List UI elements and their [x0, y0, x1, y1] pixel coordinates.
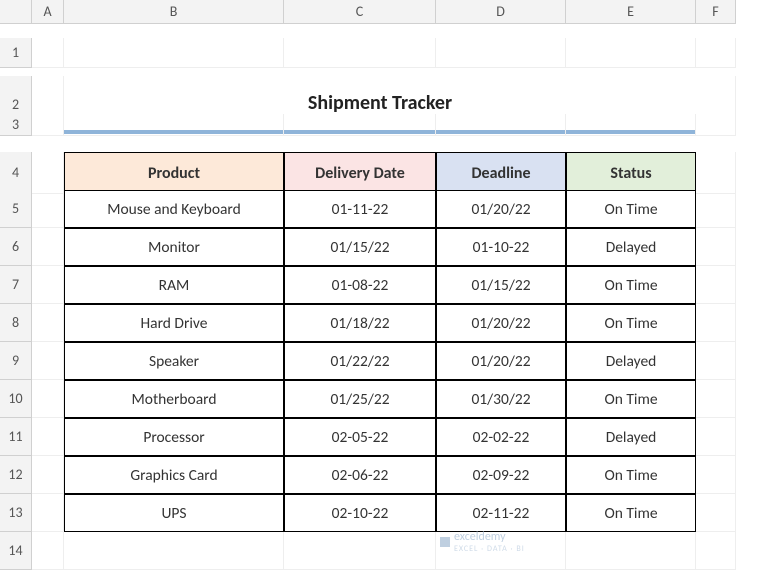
- cell-delivery[interactable]: 01/18/22: [284, 304, 436, 342]
- cell-status[interactable]: On Time: [566, 494, 696, 532]
- cell-delivery[interactable]: 02-10-22: [284, 494, 436, 532]
- cell-C3[interactable]: [284, 114, 436, 136]
- row-header-9[interactable]: 9: [0, 342, 32, 380]
- cell-delivery[interactable]: 02-05-22: [284, 418, 436, 456]
- cell-F3[interactable]: [696, 114, 736, 136]
- cell-F11[interactable]: [696, 418, 736, 456]
- cell-A11[interactable]: [32, 418, 64, 456]
- cell-F14[interactable]: [696, 532, 736, 570]
- cell-A4[interactable]: [32, 152, 64, 194]
- cell-A6[interactable]: [32, 228, 64, 266]
- cell-product[interactable]: Graphics Card: [64, 456, 284, 494]
- header-deadline[interactable]: Deadline: [436, 152, 566, 194]
- cell-product[interactable]: RAM: [64, 266, 284, 304]
- cell-status[interactable]: On Time: [566, 304, 696, 342]
- cell-E14[interactable]: [566, 532, 696, 570]
- header-status[interactable]: Status: [566, 152, 696, 194]
- cell-F8[interactable]: [696, 304, 736, 342]
- cell-D1[interactable]: [436, 38, 566, 68]
- row-header-6[interactable]: 6: [0, 228, 32, 266]
- cell-delivery[interactable]: 01-08-22: [284, 266, 436, 304]
- cell-F9[interactable]: [696, 342, 736, 380]
- cell-product[interactable]: UPS: [64, 494, 284, 532]
- cell-A10[interactable]: [32, 380, 64, 418]
- cell-delivery[interactable]: 01/22/22: [284, 342, 436, 380]
- row-header-11[interactable]: 11: [0, 418, 32, 456]
- col-header-A[interactable]: A: [32, 0, 64, 24]
- row-header-12[interactable]: 12: [0, 456, 32, 494]
- spreadsheet-grid: A B C D E F 1 2 Shipment Tracker 3 4 Pro…: [0, 0, 767, 588]
- row-header-10[interactable]: 10: [0, 380, 32, 418]
- cell-A7[interactable]: [32, 266, 64, 304]
- cell-F1[interactable]: [696, 38, 736, 68]
- cell-C1[interactable]: [284, 38, 436, 68]
- cell-B14[interactable]: [64, 532, 284, 570]
- cell-product[interactable]: Processor: [64, 418, 284, 456]
- cell-C14[interactable]: [284, 532, 436, 570]
- cell-F12[interactable]: [696, 456, 736, 494]
- cell-status[interactable]: On Time: [566, 266, 696, 304]
- cell-delivery[interactable]: 01/25/22: [284, 380, 436, 418]
- row-header-4[interactable]: 4: [0, 152, 32, 194]
- row-header-5[interactable]: 5: [0, 190, 32, 228]
- cell-deadline[interactable]: 02-11-22: [436, 494, 566, 532]
- row-header-13[interactable]: 13: [0, 494, 32, 532]
- cell-F5[interactable]: [696, 190, 736, 228]
- cell-B3[interactable]: [64, 114, 284, 136]
- cell-status[interactable]: Delayed: [566, 342, 696, 380]
- cell-A13[interactable]: [32, 494, 64, 532]
- cell-deadline[interactable]: 02-02-22: [436, 418, 566, 456]
- cell-deadline[interactable]: 01/20/22: [436, 342, 566, 380]
- cell-A9[interactable]: [32, 342, 64, 380]
- row-header-8[interactable]: 8: [0, 304, 32, 342]
- cell-A1[interactable]: [32, 38, 64, 68]
- cell-D3[interactable]: [436, 114, 566, 136]
- cell-A5[interactable]: [32, 190, 64, 228]
- cell-F6[interactable]: [696, 228, 736, 266]
- cell-delivery[interactable]: 01/15/22: [284, 228, 436, 266]
- header-product[interactable]: Product: [64, 152, 284, 194]
- cell-status[interactable]: Delayed: [566, 228, 696, 266]
- cell-F10[interactable]: [696, 380, 736, 418]
- cell-deadline[interactable]: 01-10-22: [436, 228, 566, 266]
- cell-deadline[interactable]: 01/20/22: [436, 304, 566, 342]
- header-delivery[interactable]: Delivery Date: [284, 152, 436, 194]
- cell-A8[interactable]: [32, 304, 64, 342]
- select-all-corner[interactable]: [0, 0, 32, 24]
- cell-deadline[interactable]: 02-09-22: [436, 456, 566, 494]
- cell-deadline[interactable]: 01/30/22: [436, 380, 566, 418]
- row-header-1[interactable]: 1: [0, 38, 32, 68]
- cell-A14[interactable]: [32, 532, 64, 570]
- row-header-14[interactable]: 14: [0, 532, 32, 570]
- cell-status[interactable]: On Time: [566, 190, 696, 228]
- cell-F4[interactable]: [696, 152, 736, 194]
- cell-deadline[interactable]: 01/20/22: [436, 190, 566, 228]
- cell-product[interactable]: Motherboard: [64, 380, 284, 418]
- col-header-E[interactable]: E: [566, 0, 696, 24]
- row-header-3[interactable]: 3: [0, 114, 32, 136]
- cell-E3[interactable]: [566, 114, 696, 136]
- cell-status[interactable]: On Time: [566, 456, 696, 494]
- cell-F7[interactable]: [696, 266, 736, 304]
- cell-status[interactable]: On Time: [566, 380, 696, 418]
- cell-product[interactable]: Speaker: [64, 342, 284, 380]
- cell-delivery[interactable]: 02-06-22: [284, 456, 436, 494]
- col-header-C[interactable]: C: [284, 0, 436, 24]
- cell-A3[interactable]: [32, 114, 64, 136]
- cell-product[interactable]: Monitor: [64, 228, 284, 266]
- col-header-F[interactable]: F: [696, 0, 736, 24]
- cell-product[interactable]: Hard Drive: [64, 304, 284, 342]
- cell-B1[interactable]: [64, 38, 284, 68]
- cell-delivery[interactable]: 01-11-22: [284, 190, 436, 228]
- cell-A12[interactable]: [32, 456, 64, 494]
- cell-D14[interactable]: [436, 532, 566, 570]
- cell-deadline[interactable]: 01/15/22: [436, 266, 566, 304]
- cell-F13[interactable]: [696, 494, 736, 532]
- col-header-B[interactable]: B: [64, 0, 284, 24]
- cell-E1[interactable]: [566, 38, 696, 68]
- cell-product[interactable]: Mouse and Keyboard: [64, 190, 284, 228]
- col-header-D[interactable]: D: [436, 0, 566, 24]
- row-header-7[interactable]: 7: [0, 266, 32, 304]
- cell-status[interactable]: Delayed: [566, 418, 696, 456]
